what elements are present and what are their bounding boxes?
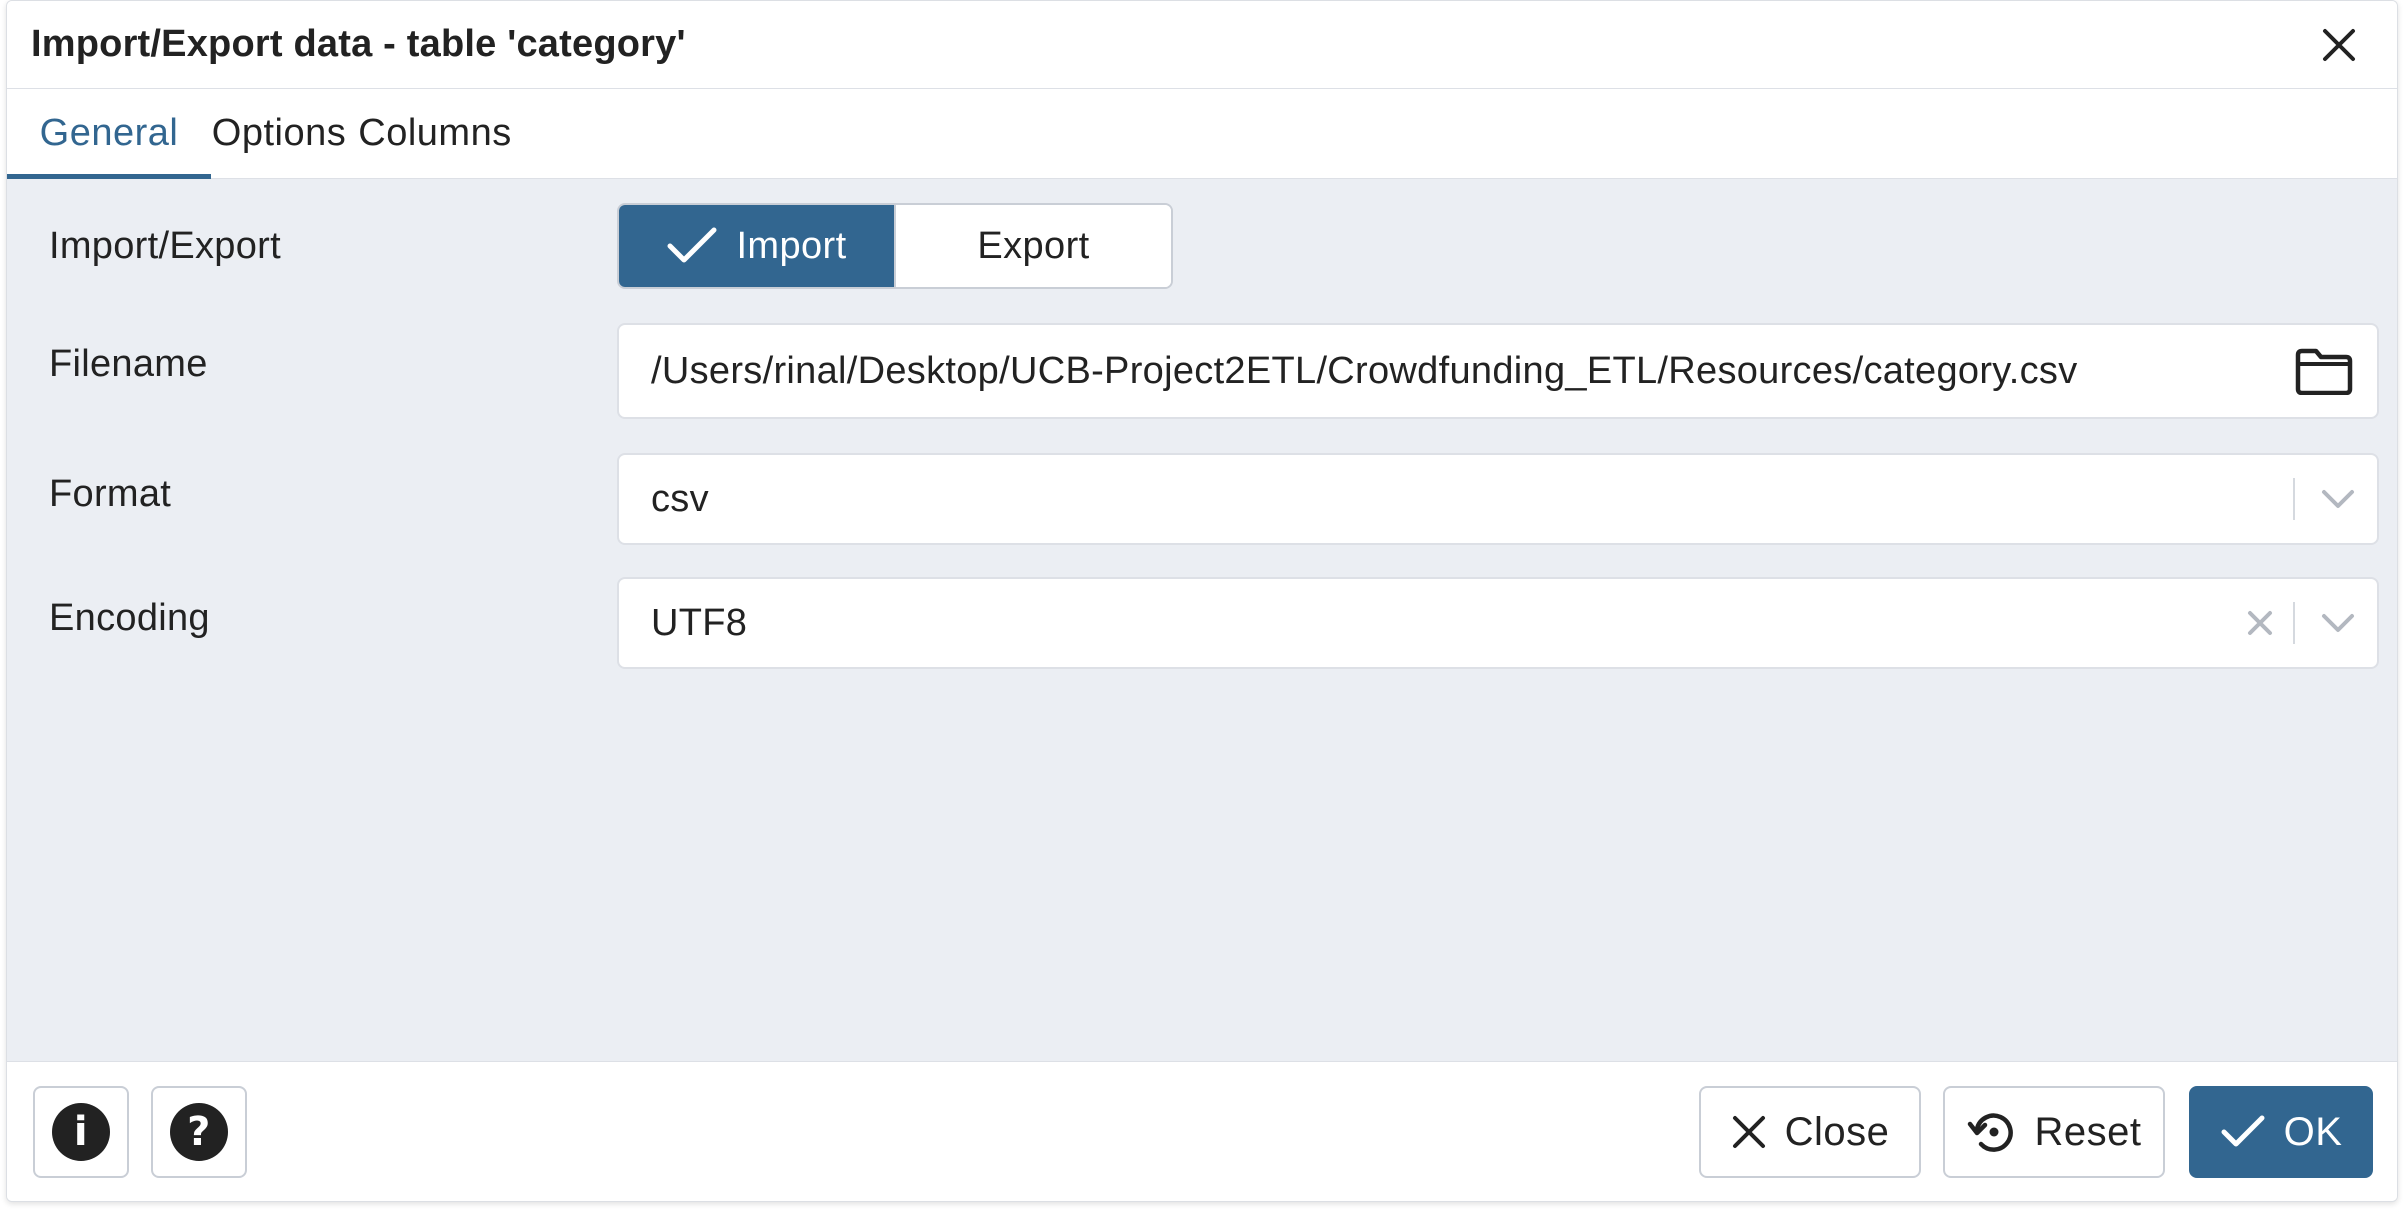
chevron-down-icon xyxy=(2322,614,2354,632)
ok-button-label: OK xyxy=(2283,1109,2343,1154)
help-icon: ? xyxy=(170,1103,228,1161)
format-value: csv xyxy=(651,477,709,520)
reset-icon xyxy=(1967,1113,2013,1152)
ok-button[interactable]: OK xyxy=(2189,1086,2373,1178)
import-toggle-label: Import xyxy=(736,224,847,267)
format-label: Format xyxy=(49,473,172,515)
filename-value: /Users/rinal/Desktop/UCB-Project2ETL/Cro… xyxy=(651,349,2078,392)
encoding-value: UTF8 xyxy=(651,601,748,644)
chevron-down-icon xyxy=(2322,490,2354,508)
import-export-toggle: Import Export xyxy=(617,203,1173,289)
export-toggle-button[interactable]: Export xyxy=(894,205,1171,287)
general-panel: Import/Export Import Export Filename /Us… xyxy=(7,179,2397,1061)
export-toggle-label: Export xyxy=(977,224,1090,267)
clear-encoding-button[interactable] xyxy=(2235,588,2285,658)
info-button[interactable]: i xyxy=(33,1086,129,1178)
encoding-select[interactable]: UTF8 xyxy=(617,577,2379,669)
browse-file-button[interactable] xyxy=(2289,336,2359,406)
clear-icon xyxy=(2248,611,2272,635)
import-export-label: Import/Export xyxy=(49,225,281,267)
reset-button[interactable]: Reset xyxy=(1943,1086,2165,1178)
info-icon: i xyxy=(52,1103,110,1161)
close-icon xyxy=(2323,28,2355,61)
select-divider xyxy=(2293,478,2295,520)
format-select[interactable]: csv xyxy=(617,453,2379,545)
tab-bar: General Options Columns xyxy=(7,89,2397,179)
close-icon xyxy=(1732,1116,1765,1148)
import-toggle-button[interactable]: Import xyxy=(619,205,894,287)
folder-icon xyxy=(2295,348,2353,395)
tab-options[interactable]: Options xyxy=(211,88,347,178)
select-divider xyxy=(2293,602,2295,644)
import-export-dialog: Import/Export data - table 'category' Ge… xyxy=(6,0,2398,1202)
tab-general[interactable]: General xyxy=(7,88,211,179)
close-button[interactable]: Close xyxy=(1699,1086,1921,1178)
dialog-titlebar: Import/Export data - table 'category' xyxy=(7,1,2397,89)
close-button-label: Close xyxy=(1784,1109,1890,1154)
encoding-dropdown-button[interactable] xyxy=(2303,588,2373,658)
check-icon xyxy=(2221,1115,2265,1147)
dialog-footer: i ? Close Reset OK xyxy=(7,1061,2397,1201)
dialog-title: Import/Export data - table 'category' xyxy=(31,23,686,65)
close-dialog-button[interactable] xyxy=(2309,15,2369,75)
check-icon xyxy=(667,227,717,263)
format-dropdown-button[interactable] xyxy=(2303,464,2373,534)
help-button[interactable]: ? xyxy=(151,1086,247,1178)
reset-button-label: Reset xyxy=(2034,1109,2142,1154)
tab-columns[interactable]: Columns xyxy=(347,88,523,178)
encoding-label: Encoding xyxy=(49,597,210,639)
filename-input[interactable]: /Users/rinal/Desktop/UCB-Project2ETL/Cro… xyxy=(617,323,2379,419)
filename-label: Filename xyxy=(49,343,208,385)
